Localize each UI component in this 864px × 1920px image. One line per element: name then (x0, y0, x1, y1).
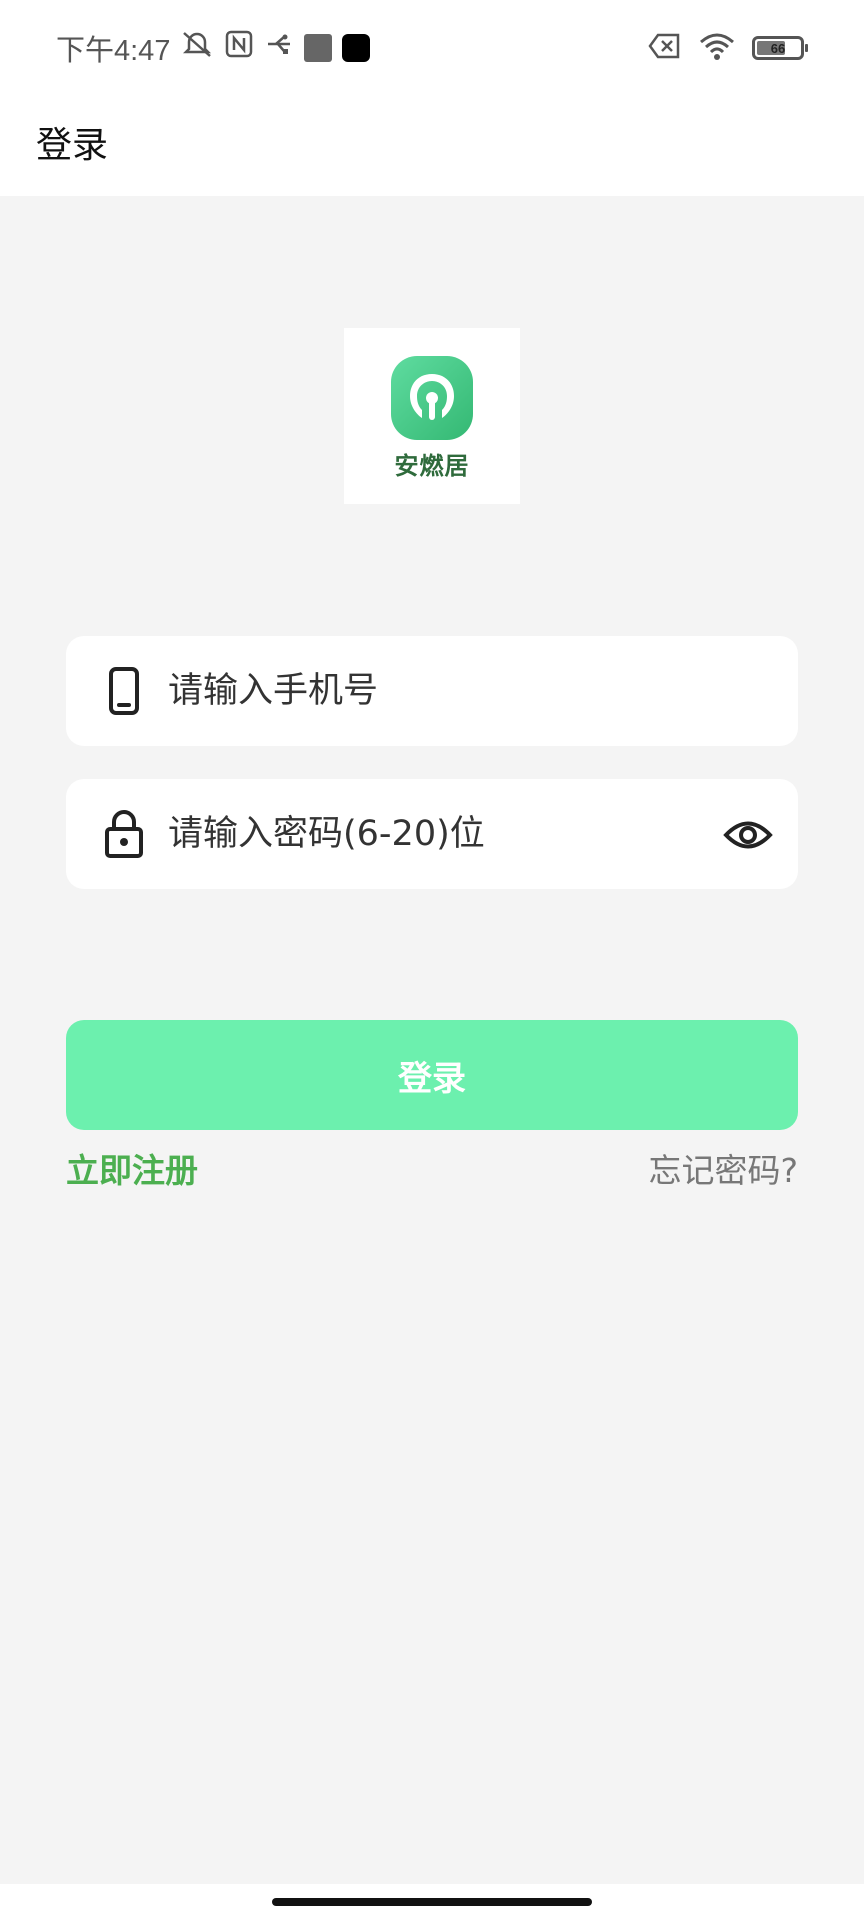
battery-icon: 66 (752, 36, 808, 60)
wifi-icon (698, 31, 736, 65)
status-bar: 下午4:47 66 (0, 0, 864, 96)
notification-square-icon (304, 34, 333, 62)
status-left: 下午4:47 (56, 26, 371, 70)
app-name: 安燃居 (394, 452, 470, 480)
status-right: 66 (648, 28, 808, 68)
register-link[interactable]: 立即注册 (66, 1144, 198, 1192)
mute-icon (180, 29, 214, 67)
eye-icon[interactable] (720, 807, 776, 863)
app-bar: 登录 (0, 96, 864, 196)
nfc-icon (224, 29, 254, 67)
phone-input[interactable] (168, 656, 688, 726)
password-input[interactable] (168, 799, 688, 869)
login-button[interactable]: 登录 (66, 1020, 798, 1130)
usb-icon (264, 29, 294, 67)
status-time: 下午4:47 (56, 35, 171, 67)
home-indicator[interactable] (272, 1898, 592, 1906)
battery-percent: 66 (770, 40, 786, 56)
notification-app-icon (342, 34, 371, 62)
no-sim-icon (648, 32, 682, 64)
password-field[interactable] (66, 779, 798, 889)
phone-icon (94, 661, 154, 721)
page-title: 登录 (36, 125, 109, 166)
lock-icon (94, 804, 154, 864)
forgot-password-link[interactable]: 忘记密码? (648, 1144, 798, 1192)
app-logo: 安燃居 (344, 328, 520, 504)
phone-field[interactable] (66, 636, 798, 746)
flame-home-icon (391, 356, 473, 440)
